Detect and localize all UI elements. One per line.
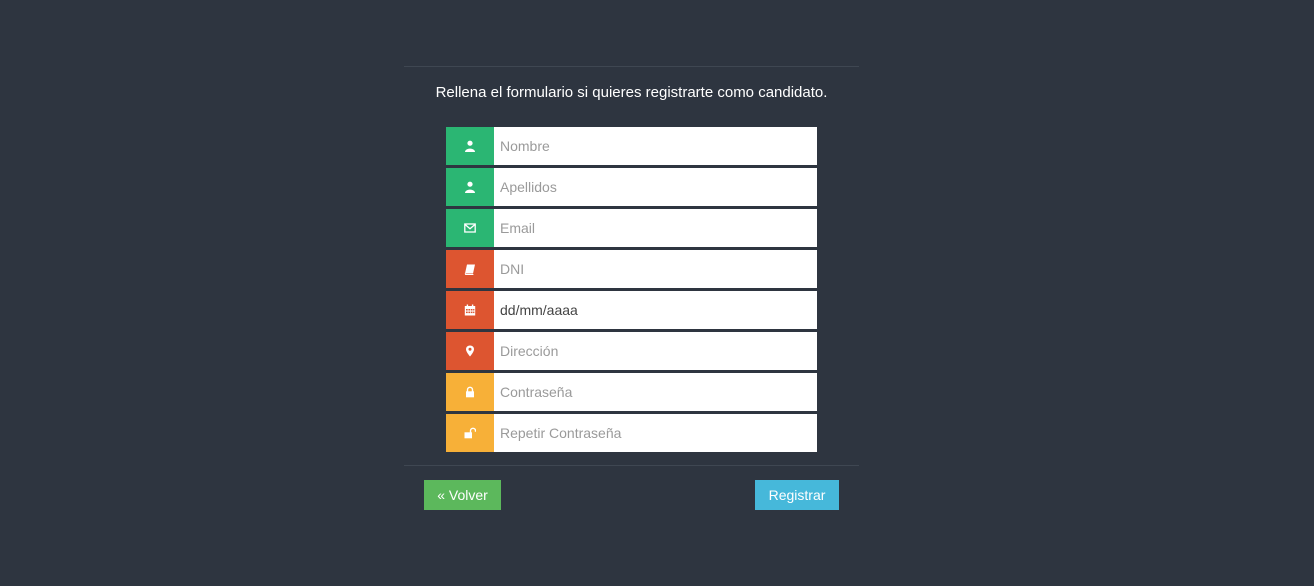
address-row [446, 332, 817, 370]
email-row [446, 209, 817, 247]
calendar-icon [446, 291, 494, 329]
repeat-password-input[interactable] [494, 414, 817, 452]
dni-input[interactable] [494, 250, 817, 288]
back-button[interactable]: « Volver [424, 480, 501, 510]
unlock-icon [446, 414, 494, 452]
surname-row [446, 168, 817, 206]
user-icon [446, 168, 494, 206]
id-card-icon [446, 250, 494, 288]
name-input[interactable] [494, 127, 817, 165]
password-row [446, 373, 817, 411]
repeat-password-row [446, 414, 817, 452]
birthdate-row [446, 291, 817, 329]
form-actions: « Volver Registrar [404, 466, 859, 526]
register-form [446, 127, 817, 452]
name-row [446, 127, 817, 165]
intro-text: Rellena el formulario si quieres registr… [435, 84, 828, 101]
map-marker-icon [446, 332, 494, 370]
envelope-icon [446, 209, 494, 247]
register-button[interactable]: Registrar [755, 480, 839, 510]
birthdate-input[interactable] [494, 291, 817, 329]
address-input[interactable] [494, 332, 817, 370]
password-input[interactable] [494, 373, 817, 411]
user-icon [446, 127, 494, 165]
dni-row [446, 250, 817, 288]
email-input[interactable] [494, 209, 817, 247]
lock-icon [446, 373, 494, 411]
register-panel: Rellena el formulario si quieres registr… [404, 66, 859, 526]
surname-input[interactable] [494, 168, 817, 206]
